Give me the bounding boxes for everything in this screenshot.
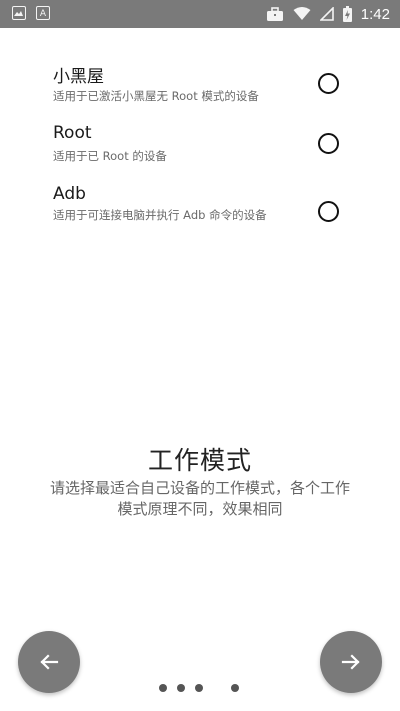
text-a-notification-icon: A (36, 6, 50, 20)
mode-title: 小黑屋 (53, 67, 104, 87)
clock: 1:42 (360, 5, 390, 23)
wifi-icon (293, 7, 311, 20)
mode-title: Adb (53, 184, 86, 204)
page-title: 工作模式 (147, 446, 252, 475)
battery-charging-icon (342, 6, 352, 22)
status-bar: A 1:42 (0, 0, 400, 28)
signal-icon (319, 7, 334, 21)
mode-description: 适用于可连接电脑并执行 Adb 命令的设备 (53, 208, 267, 222)
arrow-right-icon (341, 654, 360, 670)
image-notification-icon (12, 6, 26, 20)
system-icons: 1:42 (266, 0, 390, 28)
page-dot (159, 684, 167, 692)
radio-button-adb[interactable] (318, 201, 339, 222)
page-dot (177, 684, 185, 692)
arrow-left-icon (40, 654, 59, 670)
mode-title: Root (53, 123, 92, 143)
radio-button-xiaoheiwu[interactable] (318, 73, 339, 94)
mode-description: 适用于已激活小黑屋无 Root 模式的设备 (53, 89, 259, 103)
notification-icons: A (12, 6, 50, 20)
mode-description: 适用于已 Root 的设备 (53, 149, 167, 163)
radio-button-root[interactable] (318, 133, 339, 154)
page-dot (195, 684, 203, 692)
page-subtitle: 请选择最适合自己设备的工作模式，各个工作模式原理不同，效果相同 (50, 479, 351, 518)
briefcase-icon (266, 6, 283, 21)
page-dot-active (231, 684, 239, 692)
next-button[interactable] (320, 631, 382, 693)
